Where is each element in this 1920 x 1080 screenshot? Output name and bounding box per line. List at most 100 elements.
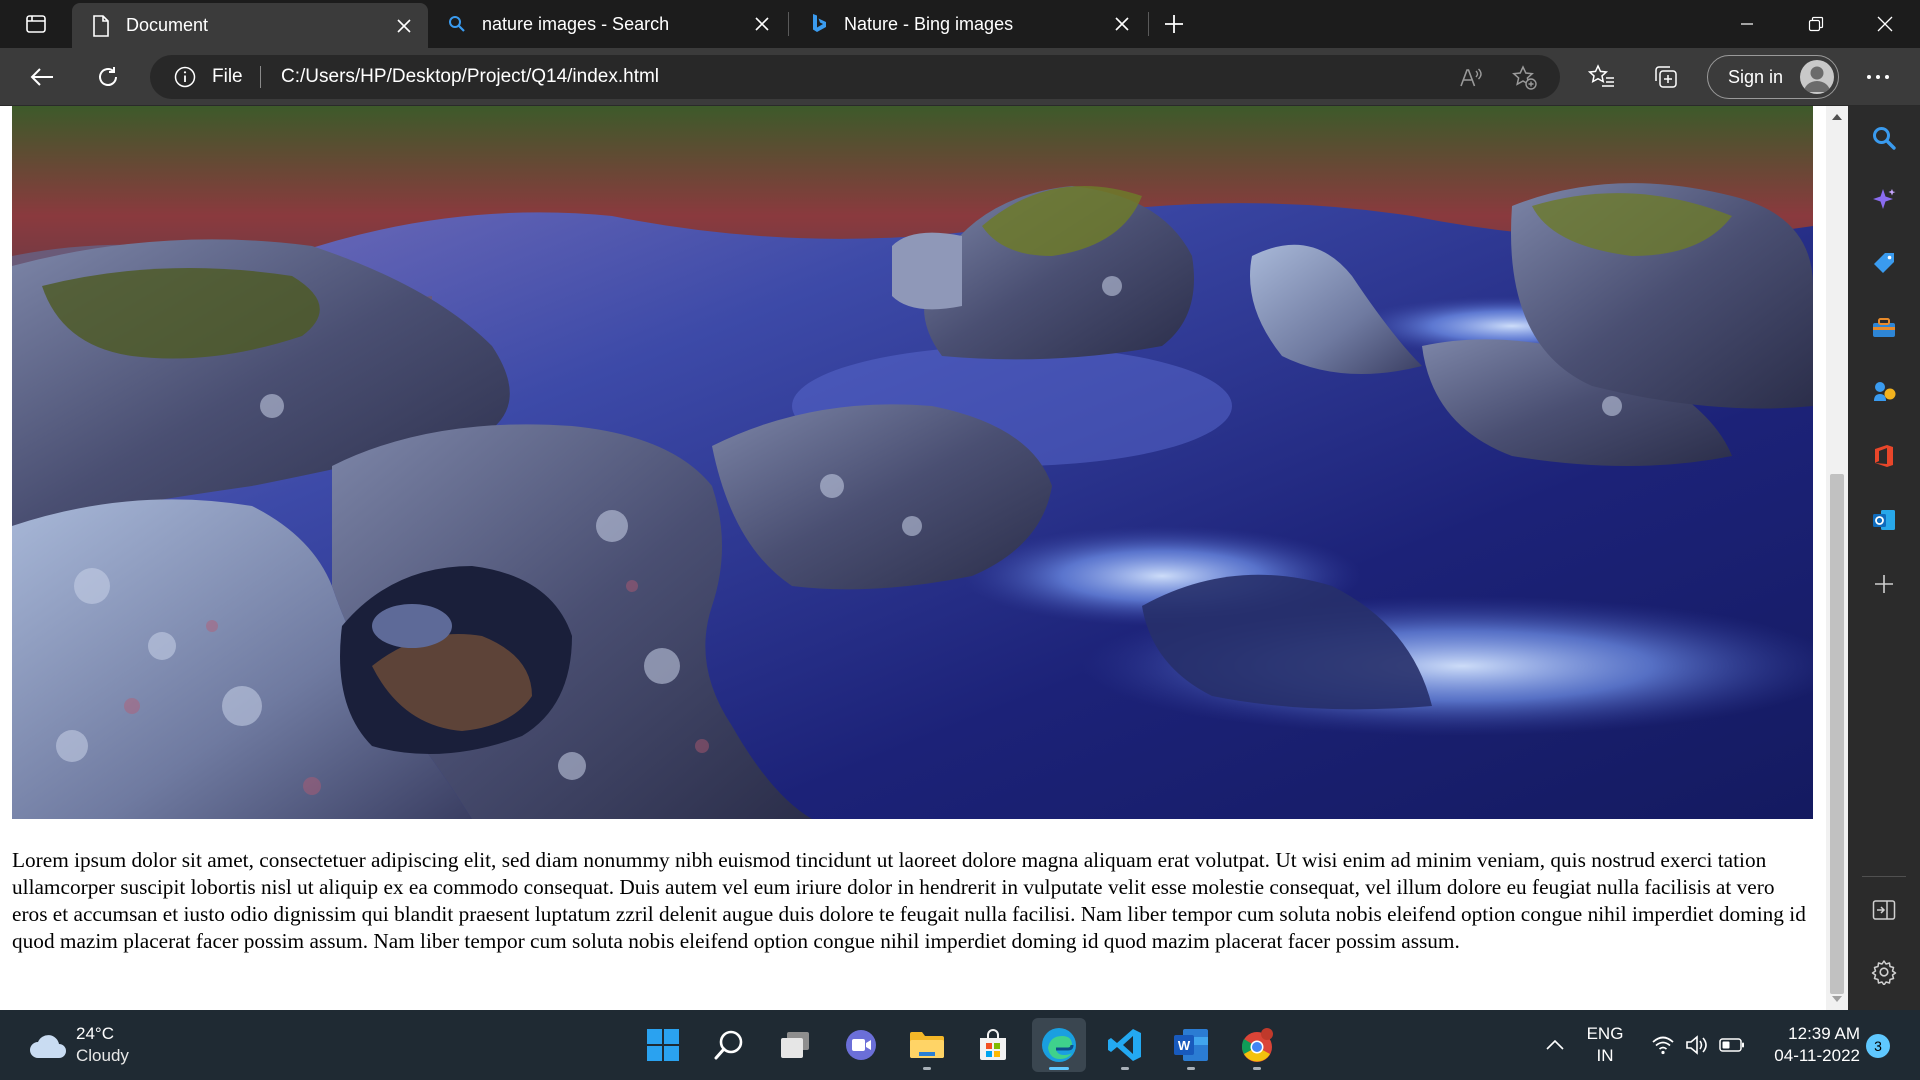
running-indicator [1049, 1067, 1069, 1070]
sidebar-games-button[interactable] [1866, 374, 1902, 410]
address-bar[interactable]: File C:/Users/HP/Desktop/Project/Q14/ind… [150, 55, 1560, 99]
close-window-button[interactable] [1851, 0, 1919, 48]
weather-condition: Cloudy [76, 1046, 129, 1065]
search-icon [1873, 127, 1896, 150]
avatar-icon [1800, 60, 1834, 94]
running-indicator [1187, 1067, 1195, 1070]
weather-temperature: 24°C [76, 1024, 114, 1043]
document-icon [90, 14, 112, 37]
nature-river-image [12, 106, 1813, 819]
site-info-icon[interactable] [174, 66, 196, 88]
tab-document[interactable]: Document [72, 3, 428, 48]
chevron-up-icon [1546, 1040, 1564, 1050]
tab-strip: Document nature images - Search Nature -… [0, 0, 1920, 48]
notification-count-badge[interactable]: 3 [1866, 1034, 1890, 1058]
sidebar-copilot-button[interactable] [1866, 182, 1902, 218]
close-tab-icon[interactable] [386, 8, 422, 44]
office-icon [1875, 445, 1893, 467]
system-status-group[interactable] [1648, 1010, 1748, 1080]
taskbar-task-view-button[interactable] [768, 1018, 822, 1072]
close-tab-icon[interactable] [1104, 6, 1140, 42]
taskbar-chat-button[interactable] [834, 1018, 888, 1072]
store-icon [980, 1029, 1006, 1060]
settings-and-more-button[interactable] [1858, 57, 1898, 97]
tab-label: nature images - Search [482, 13, 670, 34]
url-text[interactable]: C:/Users/HP/Desktop/Project/Q14/index.ht… [281, 66, 659, 88]
task-view-icon [781, 1032, 809, 1058]
bing-icon [808, 13, 830, 35]
collections-button[interactable] [1646, 57, 1686, 97]
restore-icon [1808, 16, 1824, 32]
refresh-button[interactable] [88, 57, 128, 97]
cloud-icon [30, 1035, 66, 1058]
sidebar-add-button[interactable] [1866, 566, 1902, 602]
settings-icon [1871, 960, 1897, 985]
sidebar-settings-button[interactable] [1866, 954, 1902, 990]
sidebar-split-button[interactable] [1866, 892, 1902, 928]
taskbar-word-button[interactable]: W [1164, 1018, 1218, 1072]
scrollbar-thumb[interactable] [1830, 474, 1844, 994]
language-indicator[interactable]: ENG IN [1580, 1010, 1630, 1080]
scheme-divider [260, 66, 261, 88]
taskbar-start-button[interactable] [636, 1018, 690, 1072]
svg-text:W: W [1178, 1038, 1191, 1053]
plus-icon [1165, 15, 1183, 33]
page-viewport: Lorem ipsum dolor sit amet, consectetuer… [0, 106, 1848, 1010]
edge-sidebar [1848, 106, 1920, 1010]
sidebar-shopping-button[interactable] [1866, 246, 1902, 282]
sidebar-tools-button[interactable] [1866, 310, 1902, 346]
scroll-down-arrow-icon[interactable] [1832, 996, 1842, 1002]
chrome-icon [1241, 1028, 1273, 1062]
clock[interactable]: 12:39 AM 04-11-2022 [1760, 1010, 1860, 1080]
taskbar-chrome-button[interactable] [1230, 1018, 1284, 1072]
search-icon [446, 13, 468, 35]
add-favorite-icon[interactable] [1512, 65, 1538, 91]
taskbar-search-button[interactable] [702, 1018, 756, 1072]
running-indicator [923, 1067, 931, 1070]
sign-in-label: Sign in [1728, 67, 1784, 87]
tab-label: Nature - Bing images [844, 13, 1014, 34]
scroll-up-arrow-icon[interactable] [1832, 114, 1842, 120]
tab-nature-bing-images[interactable]: Nature - Bing images [790, 0, 1146, 48]
tab-label: Document [126, 15, 209, 35]
collections-icon [1655, 66, 1677, 88]
restore-button[interactable] [1782, 0, 1850, 48]
vertical-scrollbar[interactable] [1826, 106, 1848, 1010]
show-hidden-icons-button[interactable] [1540, 1010, 1570, 1080]
tab-actions-button[interactable] [16, 10, 56, 38]
address-toolbar: File C:/Users/HP/Desktop/Project/Q14/ind… [0, 48, 1920, 106]
read-aloud-icon[interactable] [1458, 65, 1484, 91]
sidebar-office-button[interactable] [1866, 438, 1902, 474]
minimize-button[interactable] [1713, 0, 1781, 48]
back-arrow-icon [30, 68, 53, 86]
taskbar-edge-button[interactable] [1032, 1018, 1086, 1072]
sign-in-button[interactable]: Sign in [1707, 55, 1839, 99]
lorem-paragraph: Lorem ipsum dolor sit amet, consectetuer… [12, 848, 1806, 953]
back-button[interactable] [22, 57, 62, 97]
more-horizontal-icon [1867, 75, 1889, 79]
taskbar-vscode-button[interactable] [1098, 1018, 1152, 1072]
file-explorer-icon [910, 1032, 944, 1058]
url-scheme-label: File [212, 66, 243, 87]
weather-widget[interactable]: 24°C Cloudy [28, 1022, 158, 1068]
tab-divider [788, 12, 789, 36]
battery-icon [1719, 1038, 1744, 1052]
favorites-button[interactable] [1582, 57, 1622, 97]
taskbar-store-button[interactable] [966, 1018, 1020, 1072]
close-tab-icon[interactable] [744, 6, 780, 42]
clock-time: 12:39 AM [1788, 1024, 1860, 1043]
taskbar-file-explorer-button[interactable] [900, 1018, 954, 1072]
outlook-icon [1873, 510, 1895, 530]
tab-nature-search[interactable]: nature images - Search [428, 0, 786, 48]
running-indicator [1253, 1067, 1261, 1070]
new-tab-button[interactable] [1156, 8, 1192, 40]
split-screen-icon [1872, 900, 1896, 920]
sidebar-search-button[interactable] [1866, 120, 1902, 156]
copilot-icon [1873, 189, 1896, 209]
clock-date: 04-11-2022 [1774, 1046, 1860, 1065]
sidebar-divider [1862, 876, 1906, 877]
minimize-icon [1741, 23, 1753, 25]
language-region: IN [1596, 1046, 1614, 1065]
sidebar-outlook-button[interactable] [1866, 502, 1902, 538]
search-icon [714, 1030, 743, 1060]
